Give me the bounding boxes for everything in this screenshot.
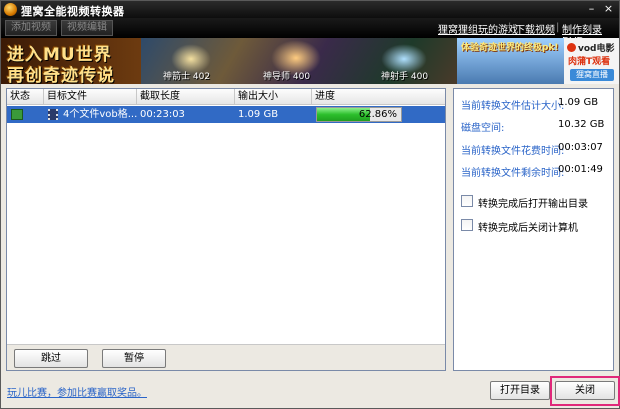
banner-line-2: 再创奇迹传说 [7, 66, 115, 84]
open-dir-option-label[interactable]: 转换完成后打开输出目录 [478, 195, 588, 210]
film-icon [48, 109, 58, 120]
row-duration: 00:23:03 [140, 109, 185, 120]
converter-window: 狸窝全能视频转换器 – × 添加视频 视频编辑 狸窝狸组玩的游戏 | 下载视频 … [0, 0, 620, 409]
column-header-status[interactable]: 状态 [7, 89, 44, 105]
vod-ad[interactable]: vod电影 肉蒲T观看 狸窝直播 [564, 38, 619, 84]
contest-link[interactable]: 玩儿比赛，参加比赛赢取奖品。 [7, 384, 147, 399]
column-header-target[interactable]: 目标文件 [44, 89, 137, 105]
remaining-time-label: 当前转换文件剩余时间: [461, 168, 565, 179]
add-video-button[interactable]: 添加视频 [5, 20, 57, 36]
edit-video-button[interactable]: 视频编辑 [61, 20, 113, 36]
progress-bar: 62.86% [316, 107, 402, 122]
vod-logo: vod电影 [567, 41, 615, 54]
vod-logo-icon [567, 43, 576, 52]
open-dir-checkbox[interactable] [461, 195, 473, 207]
elapsed-time-value: 00:03:07 [558, 142, 603, 153]
status-icon [11, 109, 23, 120]
progress-text: 62.86% [358, 109, 397, 120]
skip-button[interactable]: 跳过 [14, 349, 88, 368]
remaining-time-value: 00:01:49 [558, 164, 603, 175]
toolbar-separator: | [508, 22, 512, 33]
banner-tag: 神射手 400 [381, 72, 429, 82]
column-header-size[interactable]: 输出大小 [235, 89, 312, 105]
banner-tag: 神导师 400 [263, 72, 311, 82]
disk-space-label: 磁盘空间: [461, 123, 505, 134]
download-video-link[interactable]: 下载视频 [515, 21, 555, 36]
games-link[interactable]: 狸窝狸组玩的游戏 [438, 21, 518, 36]
title-bar[interactable]: 狸窝全能视频转换器 – × [1, 1, 619, 18]
table-row[interactable]: 4个文件vob格... 00:23:03 1.09 GB 62.86% [7, 106, 445, 123]
banner-headline[interactable]: 进入MU世界 再创奇迹传说 [1, 38, 141, 84]
toolbar: 添加视频 视频编辑 狸窝狸组玩的游戏 | 下载视频 | 制作刻录DVD [1, 18, 619, 47]
disk-space-value: 10.32 GB [558, 119, 605, 130]
vod-button[interactable]: 狸窝直播 [570, 69, 614, 81]
estimated-size-label: 当前转换文件估计大小: [461, 101, 565, 112]
toolbar-separator: | [556, 22, 560, 33]
list-header: 状态 目标文件 截取长度 输出大小 进度 [7, 89, 445, 105]
ad-banner[interactable]: 进入MU世界 再创奇迹传说 神箭士 402 神导师 400 神射手 400 体验… [1, 38, 619, 84]
vod-subtitle: 肉蒲T观看 [568, 57, 611, 67]
column-header-progress[interactable]: 进度 [312, 89, 445, 105]
close-button[interactable]: 关闭 [555, 381, 615, 400]
pause-button[interactable]: 暂停 [102, 349, 166, 368]
minimize-icon[interactable]: – [585, 3, 598, 16]
list-footer: 跳过 暂停 [7, 344, 445, 370]
open-directory-button[interactable]: 打开目录 [490, 381, 550, 400]
banner-slogan-text: 体验奇迹世界的终极pk! [461, 43, 559, 53]
row-output-size: 1.09 GB [238, 109, 279, 120]
info-panel: 当前转换文件估计大小: 1.09 GB 磁盘空间: 10.32 GB 当前转换文… [453, 88, 614, 371]
estimated-size-value: 1.09 GB [558, 97, 599, 108]
banner-slogan[interactable]: 体验奇迹世界的终极pk! [457, 38, 564, 84]
close-window-icon[interactable]: × [602, 3, 615, 16]
elapsed-time-label: 当前转换文件花费时间: [461, 146, 565, 157]
app-logo-icon [4, 3, 17, 16]
task-list: 状态 目标文件 截取长度 输出大小 进度 4个文件vob格... 00:23:0… [6, 88, 446, 371]
shutdown-option-label[interactable]: 转换完成后关闭计算机 [478, 219, 578, 234]
banner-tag: 神箭士 402 [163, 72, 211, 82]
banner-game-art[interactable]: 神箭士 402 神导师 400 神射手 400 [141, 38, 457, 84]
shutdown-checkbox[interactable] [461, 219, 473, 231]
vod-brand: vod电影 [578, 44, 615, 54]
window-title: 狸窝全能视频转换器 [21, 5, 125, 18]
row-target-file: 4个文件vob格... [63, 109, 138, 120]
column-header-duration[interactable]: 截取长度 [137, 89, 235, 105]
